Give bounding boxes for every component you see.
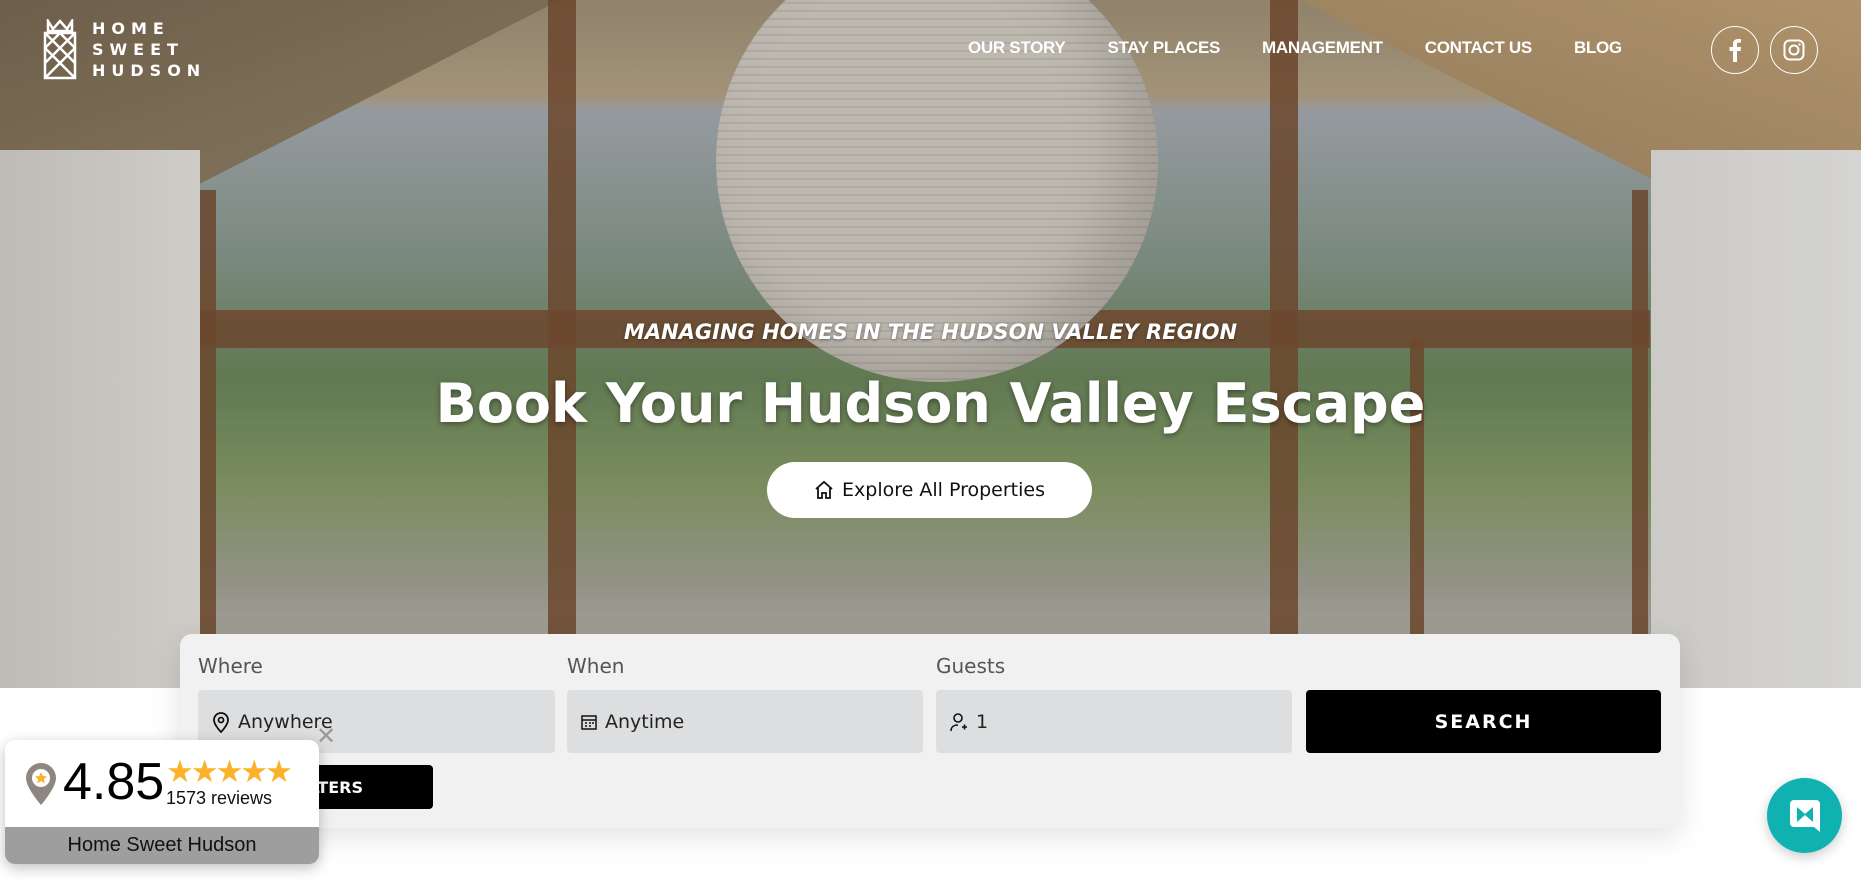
rating-score: 4.85 xyxy=(63,753,165,811)
location-pin-icon xyxy=(213,711,229,733)
pineapple-logo-icon xyxy=(43,18,77,79)
nav-stay-places[interactable]: STAY PLACES xyxy=(1107,38,1220,58)
review-count: 1573 reviews xyxy=(166,788,273,808)
logo-text: HOME xyxy=(92,19,170,38)
rating-stars: ★★★★★ xyxy=(166,754,293,790)
search-panel: Where When Guests Anywhere Anytime 1 SEA… xyxy=(180,634,1680,828)
when-input[interactable]: Anytime xyxy=(567,690,923,753)
calendar-icon xyxy=(581,714,597,730)
nav-blog[interactable]: BLOG xyxy=(1574,38,1622,58)
chat-icon xyxy=(1789,799,1820,832)
guest-icon xyxy=(950,712,967,731)
where-label: Where xyxy=(198,654,263,678)
instagram-icon[interactable] xyxy=(1770,26,1818,74)
guests-value: 1 xyxy=(976,710,989,733)
logo-text: SWEET xyxy=(92,40,184,59)
nav-our-story[interactable]: OUR STORY xyxy=(968,38,1066,58)
hero-title: Book Your Hudson Valley Escape xyxy=(435,372,1426,435)
review-widget[interactable]: 4.85 ★★★★★ 1573 reviews Home Sweet Hudso… xyxy=(5,740,319,864)
nav-contact-us[interactable]: CONTACT US xyxy=(1425,38,1532,58)
guests-label: Guests xyxy=(936,654,1006,678)
close-icon[interactable]: ✕ xyxy=(316,722,336,750)
hero-subtitle: MANAGING HOMES IN THE HUDSON VALLEY REGI… xyxy=(623,320,1238,344)
guests-input[interactable]: 1 xyxy=(936,690,1292,753)
hero-image xyxy=(0,0,1861,688)
explore-properties-button[interactable]: Explore All Properties xyxy=(767,462,1092,518)
review-business-name: Home Sweet Hudson xyxy=(5,827,319,864)
explore-label: Explore All Properties xyxy=(842,479,1045,501)
nav-management[interactable]: MANAGEMENT xyxy=(1262,38,1383,58)
main-nav: OUR STORY STAY PLACES MANAGEMENT CONTACT… xyxy=(968,38,1622,58)
rating-pin-icon xyxy=(26,763,56,805)
facebook-icon[interactable] xyxy=(1711,26,1759,74)
search-button[interactable]: SEARCH xyxy=(1306,690,1661,753)
home-icon xyxy=(815,480,833,499)
chat-button[interactable] xyxy=(1767,778,1842,853)
when-label: When xyxy=(567,654,625,678)
logo-text: HUDSON xyxy=(92,61,207,80)
logo[interactable]: HOME SWEET HUDSON xyxy=(42,18,206,81)
when-value: Anytime xyxy=(605,710,685,733)
